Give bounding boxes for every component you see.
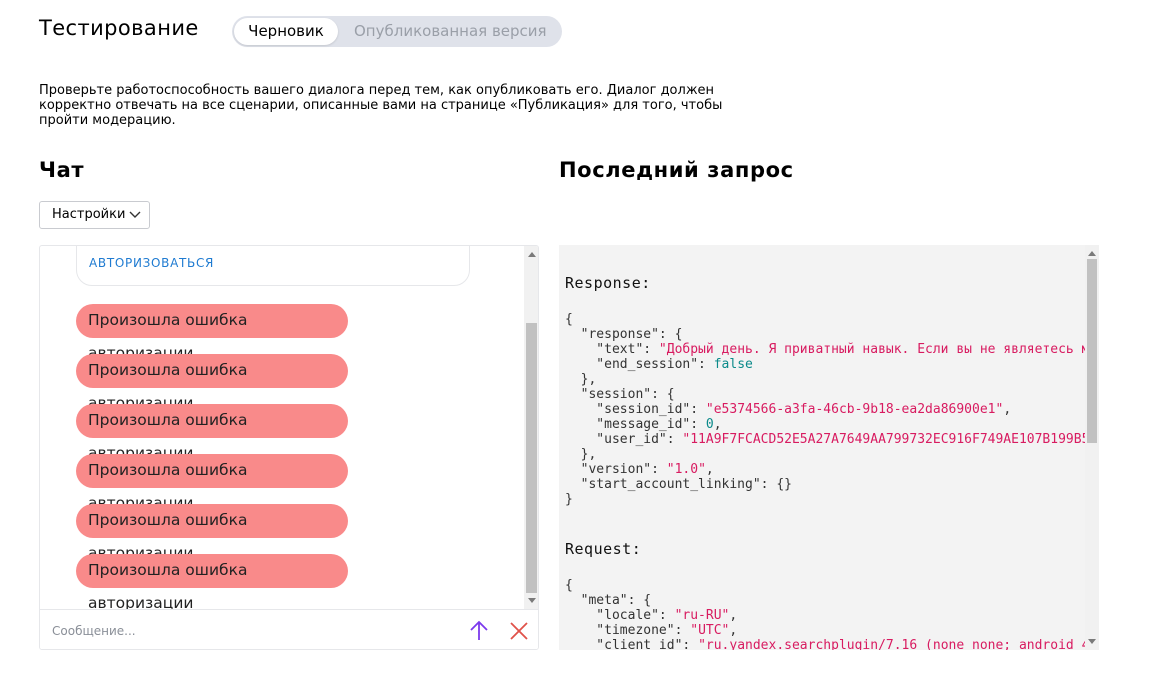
json-literal: false: [713, 357, 753, 372]
error-message: Произошла ошибка авторизации: [76, 304, 348, 362]
arrow-up-icon[interactable]: [468, 620, 490, 642]
log-scrollbar[interactable]: [1085, 245, 1099, 650]
settings-dropdown[interactable]: Настройки: [39, 201, 150, 229]
error-message: Произошла ошибка авторизации: [76, 404, 348, 462]
scroll-up-arrow-icon[interactable]: [528, 252, 536, 257]
last-request-title: Последний запрос: [559, 158, 794, 182]
json-string: "UTC": [690, 623, 730, 638]
scroll-down-arrow-icon[interactable]: [528, 598, 536, 603]
request-heading: Request:: [565, 540, 642, 558]
request-json: { "meta": { "locale": "ru-RU", "timezone…: [565, 578, 1099, 650]
chat-scrollbar[interactable]: [524, 246, 538, 609]
json-string: "ru.yandex.searchplugin/7.16 (none none;…: [698, 638, 1099, 650]
chat-messages[interactable]: АВТОРИЗОВАТЬСЯ Произошла ошибка авториза…: [40, 246, 524, 609]
settings-label: Настройки: [52, 207, 126, 222]
version-toggle[interactable]: Черновик Опубликованная версия: [232, 16, 562, 47]
auth-card: АВТОРИЗОВАТЬСЯ: [76, 246, 470, 286]
json-string: "e5374566-a3fa-46cb-9b18-ea2da86900e1": [705, 402, 1004, 417]
chat-section-title: Чат: [39, 158, 85, 182]
close-icon[interactable]: [508, 620, 530, 642]
authorize-button[interactable]: АВТОРИЗОВАТЬСЯ: [89, 256, 214, 270]
page-title: Тестирование: [39, 16, 199, 40]
error-message: Произошла ошибка авторизации: [76, 454, 348, 512]
response-heading: Response:: [565, 274, 651, 292]
tab-published-version[interactable]: Опубликованная версия: [354, 16, 547, 47]
message-input[interactable]: [50, 618, 454, 644]
error-message: Произошла ошибка авторизации: [76, 354, 348, 412]
chat-window: АВТОРИЗОВАТЬСЯ Произошла ошибка авториза…: [39, 245, 539, 650]
chevron-down-icon: [129, 211, 141, 218]
json-literal: 0: [705, 417, 714, 432]
json-string: "Добрый день. Я приватный навык. Если вы…: [658, 342, 1099, 357]
last-request-log: Response: { "response": { "text": "Добры…: [559, 245, 1099, 650]
chat-scroll-thumb[interactable]: [526, 323, 537, 593]
json-string: "1.0": [666, 462, 706, 477]
log-scroll-thumb[interactable]: [1087, 259, 1097, 443]
error-message: Произошла ошибка авторизации: [76, 504, 348, 562]
page-description: Проверьте работоспособность вашего диало…: [39, 83, 723, 128]
response-json: { "response": { "text": "Добрый день. Я …: [565, 312, 1099, 507]
json-string: "11A9F7FCACD52E5A27A7649AA799732EC916F74…: [682, 432, 1099, 447]
scroll-down-arrow-icon[interactable]: [1088, 639, 1096, 644]
error-message: Произошла ошибка авторизации: [76, 554, 348, 609]
json-string: "ru-RU": [674, 608, 730, 623]
chat-input-row: [40, 609, 538, 649]
tab-draft[interactable]: Черновик: [234, 18, 338, 45]
log-content: Response: { "response": { "text": "Добры…: [565, 259, 1099, 650]
scroll-up-arrow-icon[interactable]: [1088, 251, 1096, 256]
